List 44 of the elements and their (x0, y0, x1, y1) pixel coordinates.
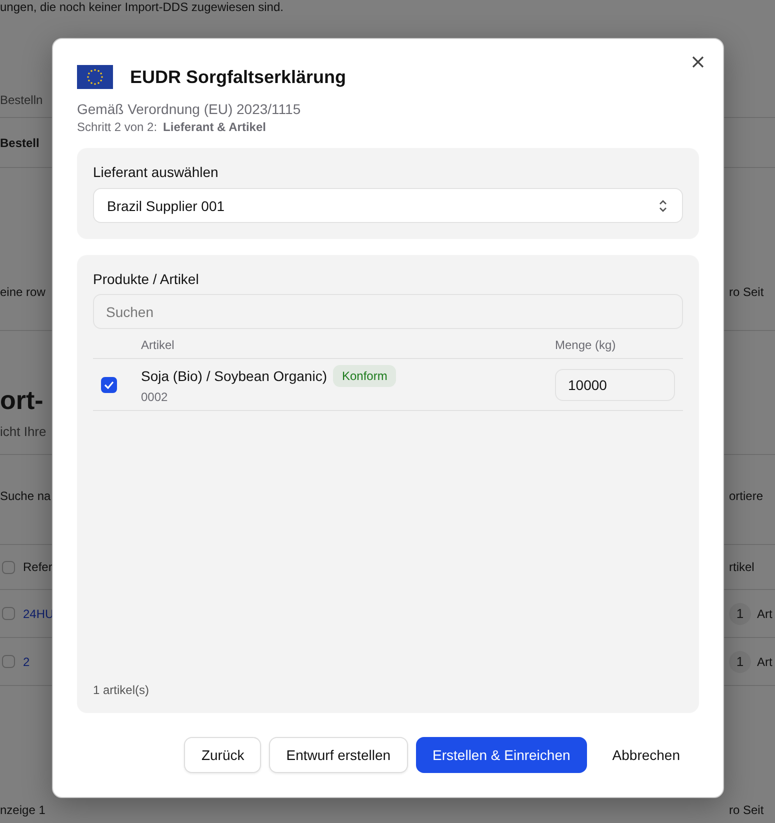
background-text: Bestell (0, 136, 40, 150)
count-badge: 1 (729, 650, 751, 672)
column-header: Artikel (141, 338, 176, 352)
reference-link[interactable]: 24HU (23, 606, 54, 620)
product-code: 0002 (141, 390, 169, 404)
row-checkbox[interactable] (101, 376, 117, 392)
cancel-button[interactable]: Abbrechen (595, 737, 697, 773)
background-text: eine row (0, 285, 46, 299)
column-header: Menge (kg) (555, 338, 617, 352)
status-badge: Konform (332, 365, 396, 387)
page-heading: ort- (0, 385, 44, 416)
background-text: Art (757, 606, 772, 620)
row-checkbox[interactable] (2, 560, 15, 574)
export-button[interactable]: ortiere (729, 489, 764, 503)
chevron-up-down-icon (658, 198, 668, 212)
background-text: Art (757, 654, 772, 668)
item-count: 1 artikel(s) (93, 683, 150, 697)
background-text: ungen, die noch keiner Import-DDS zugewiesen sind. (0, 0, 284, 14)
secondary-button[interactable]: Zurück (184, 737, 262, 773)
checkmark-icon (104, 380, 114, 388)
page-description: icht Ihre (0, 424, 46, 439)
reference-link[interactable]: 2 (23, 654, 30, 668)
row-checkbox[interactable] (2, 607, 15, 620)
background-text: ro Seit (729, 803, 764, 817)
products-label: Produkte / Artikel (93, 271, 200, 287)
row-checkbox[interactable] (2, 655, 15, 668)
product-name: Soja (Bio) / Soybean Organic) (141, 368, 327, 384)
dialog-subtitle: Gemäß Verordnung (EU) 2023/1115 (77, 101, 302, 117)
quantity-input[interactable]: 10000 (555, 368, 675, 400)
background-text: nzeige 1 (0, 803, 46, 817)
background-text: Suche na (0, 489, 51, 503)
count-badge: 1 (729, 602, 751, 624)
background-text: rtikel (729, 560, 754, 574)
supplier-label: Lieferant auswählen (93, 164, 220, 180)
supplier-select[interactable]: Brazil Supplier 001 (93, 188, 683, 223)
secondary-button[interactable]: Entwurf erstellen (269, 737, 408, 773)
step-label: Schritt 2 von 2: (77, 120, 158, 134)
background-text: Refer (23, 560, 52, 574)
background-text: ro Seit (729, 285, 764, 299)
dialog-title: EUDR Sorgfaltserklärung (130, 66, 346, 88)
step-name: Lieferant & Artikel (163, 120, 266, 134)
flag-icon (77, 65, 113, 89)
search-field[interactable]: Suchen (93, 294, 683, 329)
submit-button[interactable]: Erstellen & Einreichen (416, 737, 588, 773)
